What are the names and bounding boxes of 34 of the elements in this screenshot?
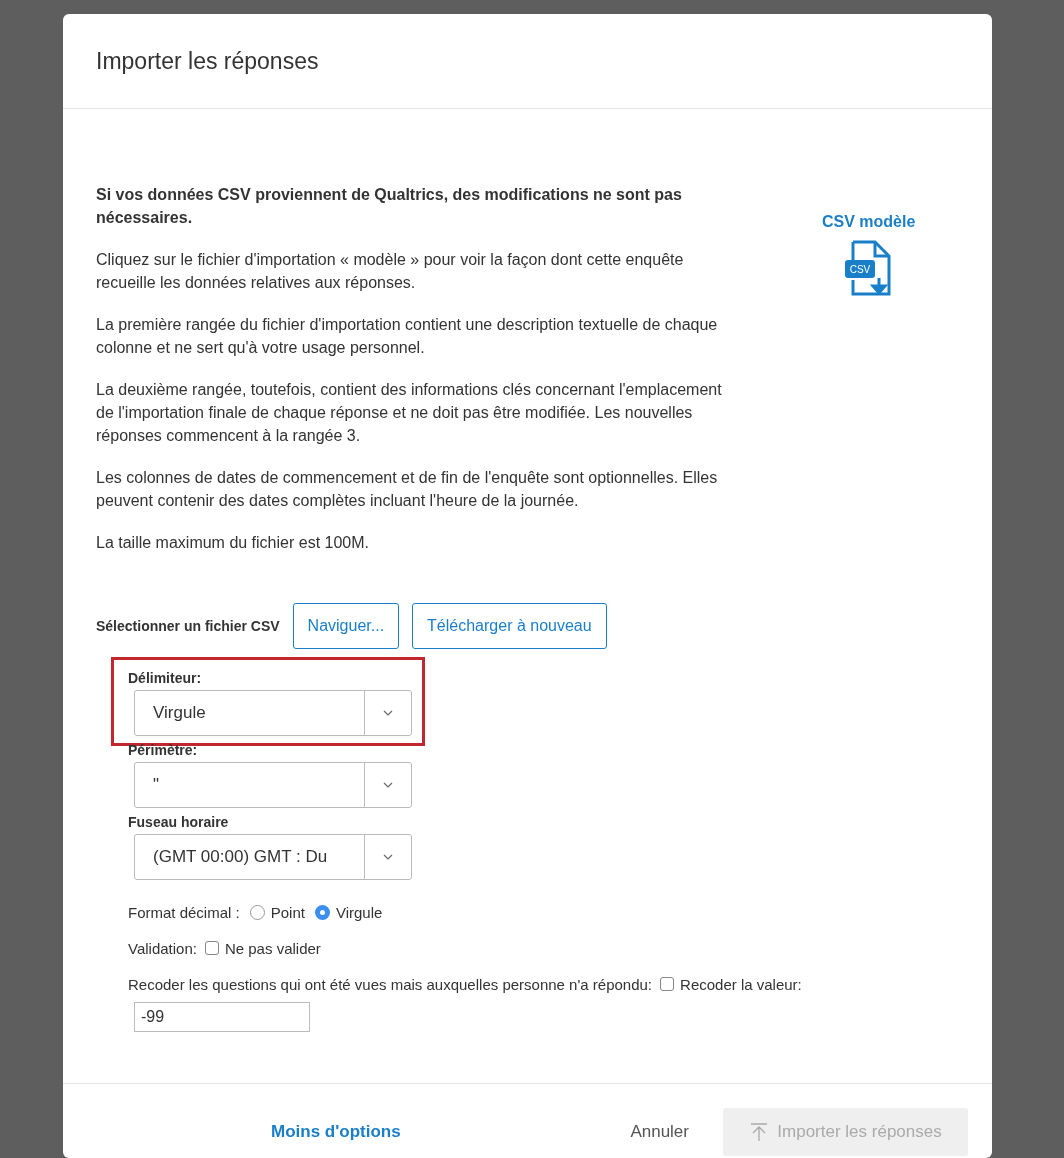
field-label: Délimiteur: <box>128 670 203 686</box>
checkbox[interactable] <box>204 941 219 955</box>
chevron-down-icon <box>382 853 394 861</box>
cancel-button[interactable]: Annuler <box>624 1121 695 1143</box>
input-field[interactable]: -99 <box>134 1002 310 1032</box>
option-label: Virgule <box>335 903 383 921</box>
radio-button[interactable] <box>314 904 330 920</box>
paragraph: Les colonnes de dates de commencement et de fin de l'enquête sont optionnelles. Elles peuvent contenir des dates complètes incluant l'heure de la journée. <box>96 468 719 511</box>
checkbox[interactable] <box>660 977 675 991</box>
dropdown[interactable]: (GMT 00:00) GMT : Du <box>134 834 412 880</box>
field-label: Format décimal : <box>128 903 240 921</box>
dropdown[interactable]: " <box>134 762 412 808</box>
dropdown[interactable]: Virgule <box>134 690 412 736</box>
paragraph: Cliquez sur le fichier d'importation « modèle » pour voir la façon dont cette enquête recueille les données relatives aux réponses. <box>96 250 685 293</box>
paragraph: La taille maximum du fichier est 100M. <box>96 533 370 553</box>
chevron-down-icon <box>382 781 394 789</box>
field-label: Périmètre: <box>128 742 199 758</box>
outline-button[interactable]: Télécharger à nouveau <box>412 603 607 649</box>
chevron-down-icon <box>382 709 394 717</box>
option-label: Recoder la valeur: <box>680 975 802 993</box>
dialog-title: Importer les réponses <box>96 47 319 75</box>
paragraph: La deuxième rangée, toutefois, contient des informations clés concernant l'emplacement de l'importation finale de chaque réponse et ne doit pas être modifiée. Les nouvelles réponses commencent à la rangée 3. <box>96 380 723 446</box>
field-label: Validation: <box>128 939 197 957</box>
upload-icon <box>749 1122 770 1142</box>
field-label: Sélectionner un fichier CSV <box>96 618 280 634</box>
link[interactable]: Moins d'options <box>271 1122 401 1142</box>
notice-text: Si vos données CSV proviennent de Qualtrics, des modifications ne sont pas nécessaires. <box>96 185 683 228</box>
option-label: Point <box>270 903 305 921</box>
option-label: Ne pas valider <box>224 939 321 957</box>
field-label: Fuseau horaire <box>128 814 230 830</box>
template-link[interactable]: CSV modèle <box>822 213 916 231</box>
outline-button[interactable]: Naviguer... <box>292 603 400 649</box>
paragraph: La première rangée du fichier d'importation contient une description textuelle de chaque colonne et ne sert qu'à votre usage personnel. <box>96 315 719 358</box>
field-label: Recoder les questions qui ont été vues mais auxquelles personne n'a répondu: <box>128 975 653 993</box>
